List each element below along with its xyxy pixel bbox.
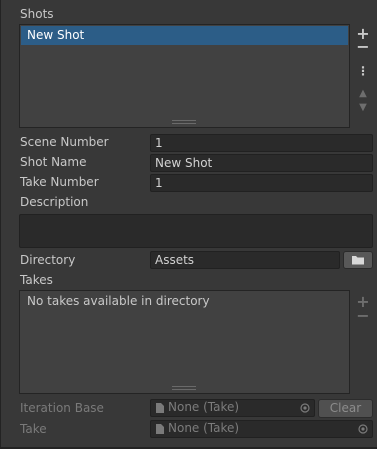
shot-name-field[interactable]: New Shot [150,154,373,172]
shot-options-menu-icon[interactable]: ⋮ [355,65,371,77]
shot-list-item-label: New Shot [27,28,85,42]
iteration-base-value: None (Take) [168,400,240,414]
iteration-base-field[interactable]: None (Take) [150,399,315,417]
shot-list-item[interactable]: New Shot [21,26,348,45]
takes-list-resize-handle[interactable] [172,386,196,391]
move-shot-down-button[interactable]: ▼ [355,103,371,113]
remove-shot-button[interactable]: − [355,39,371,55]
frame-left-border [0,0,1,449]
object-picker-icon[interactable] [300,403,310,413]
description-text-area[interactable] [19,214,373,248]
takes-list[interactable]: No takes available in directory [19,290,350,394]
take-label: Take [20,422,47,436]
shots-list[interactable]: New Shot [19,24,350,128]
directory-label: Directory [20,253,76,267]
browse-directory-button[interactable] [343,251,373,269]
iteration-base-label: Iteration Base [20,401,104,415]
remove-take-button[interactable]: − [355,308,371,324]
take-value: None (Take) [168,421,240,435]
folder-icon [352,256,364,265]
shots-list-resize-handle[interactable] [172,120,196,125]
description-label: Description [20,195,89,209]
take-field[interactable]: None (Take) [150,420,373,438]
document-icon [156,424,164,434]
move-shot-up-button[interactable]: ▲ [355,89,371,99]
take-number-field[interactable]: 1 [150,174,373,192]
shot-name-label: Shot Name [20,155,87,169]
scene-number-label: Scene Number [20,135,109,149]
takes-section-label: Takes [20,273,53,287]
object-picker-icon[interactable] [358,424,368,434]
shots-section-label: Shots [20,7,54,21]
takes-empty-message: No takes available in directory [27,294,210,308]
directory-field[interactable]: Assets [150,251,340,269]
document-icon [156,403,164,413]
scene-number-field[interactable]: 1 [150,134,373,152]
clear-iteration-base-button[interactable]: Clear [318,399,373,418]
take-number-label: Take Number [20,175,99,189]
